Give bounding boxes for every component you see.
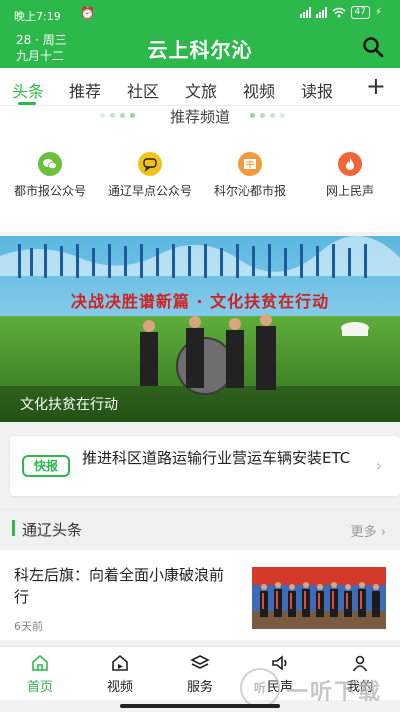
newspaper-icon [238, 152, 262, 176]
tab-read-paper[interactable]: 读报 [301, 78, 333, 102]
nav-label: 视频 [106, 680, 133, 695]
status-time: 晚上7:19 [14, 10, 61, 23]
banner-caption: 文化扶贫在行动 [20, 397, 118, 413]
channel-label: 都市报公众号 [13, 184, 86, 198]
add-channel-icon[interactable]: + [359, 72, 386, 100]
home-icon [32, 654, 48, 671]
channel-online-voice[interactable]: 网上民声 [300, 152, 400, 199]
chevron-right-icon: › [375, 456, 382, 475]
news-list-item[interactable]: 科左后旗：向着全面小康破浪前行 6天前 [0, 550, 400, 640]
app-logo-title: 云上科尔沁 [147, 38, 253, 62]
tab-video[interactable]: 视频 [243, 78, 275, 102]
channel-label: 科尔沁都市报 [213, 184, 286, 198]
channel-tongliao-morning[interactable]: 通辽早点公众号 [100, 152, 200, 199]
status-bar: 晚上7:19 ⏰ 47 ⚡ [0, 0, 400, 28]
news-title: 科左后旗：向着全面小康破浪前行 [14, 566, 225, 606]
channels-header: 推荐频道 [0, 106, 400, 126]
flame-icon [338, 152, 362, 176]
battery-icon: 47 [350, 6, 370, 19]
tab-recommend[interactable]: 推荐 [69, 78, 101, 102]
tab-headlines[interactable]: 头条 [12, 78, 44, 102]
home-indicator[interactable] [120, 704, 280, 708]
nav-home[interactable]: 首页 [0, 653, 80, 695]
flash-badge: 快报 [22, 455, 70, 477]
channel-label: 通辽早点公众号 [107, 184, 192, 198]
section-accent-bar [12, 520, 15, 536]
charging-icon: ⚡ [374, 7, 382, 18]
nav-label: 首页 [26, 680, 53, 695]
layers-icon [190, 655, 210, 669]
search-icon[interactable] [362, 36, 384, 58]
news-thumbnail [252, 567, 386, 629]
flash-news-card[interactable]: 快报 推进科区道路运输行业营运车辆安装ETC › [10, 436, 400, 496]
nav-label: 服务 [186, 680, 213, 695]
app-header: 28 · 周三 九月十二 云上科尔沁 [0, 28, 400, 68]
video-home-icon [112, 654, 128, 671]
news-banner[interactable]: 决战决胜谱新篇 · 文化扶贫在行动 文化扶贫在行动 [0, 236, 400, 422]
cellular-signal-icon [299, 7, 311, 18]
news-time: 6天前 [14, 620, 43, 633]
dots-decoration-right [250, 113, 285, 118]
cellular-signal-2-icon [315, 7, 327, 18]
channel-label: 网上民声 [325, 184, 374, 198]
nav-video[interactable]: 视频 [80, 653, 160, 695]
watermark-badge: 听 [240, 668, 280, 708]
section-header: 通辽头条 更多 › [0, 508, 400, 548]
channel-dushibao-wechat[interactable]: 都市报公众号 [0, 152, 100, 199]
channels-title: 推荐频道 [169, 108, 230, 126]
banner-headline: 决战决胜谱新篇 · 文化扶贫在行动 [70, 292, 330, 311]
active-tab-indicator [18, 102, 36, 105]
alarm-clock-icon: ⏰ [80, 6, 95, 20]
tabs-fade [340, 68, 360, 104]
flash-text: 推进科区道路运输行业营运车辆安装ETC [82, 449, 351, 467]
tab-culture-travel[interactable]: 文旅 [185, 78, 217, 102]
recommended-channels: 推荐频道 都市报公众号 通辽早点公众号 科尔沁都市报 网上民声 [0, 106, 400, 232]
nav-service[interactable]: 服务 [160, 653, 240, 695]
wechat-icon [38, 152, 62, 176]
tab-community[interactable]: 社区 [127, 78, 159, 102]
section-title: 通辽头条 [22, 521, 83, 539]
more-link[interactable]: 更多 › [351, 521, 386, 540]
channel-horqin-metro[interactable]: 科尔沁都市报 [200, 152, 300, 199]
watermark-text: 一听下载 [286, 680, 383, 705]
status-indicators: 47 ⚡ [299, 6, 382, 19]
channel-tabs: 头条 推荐 社区 文旅 视频 读报 + [0, 68, 400, 106]
chat-bubble-icon [138, 152, 162, 176]
wifi-icon [332, 7, 345, 18]
